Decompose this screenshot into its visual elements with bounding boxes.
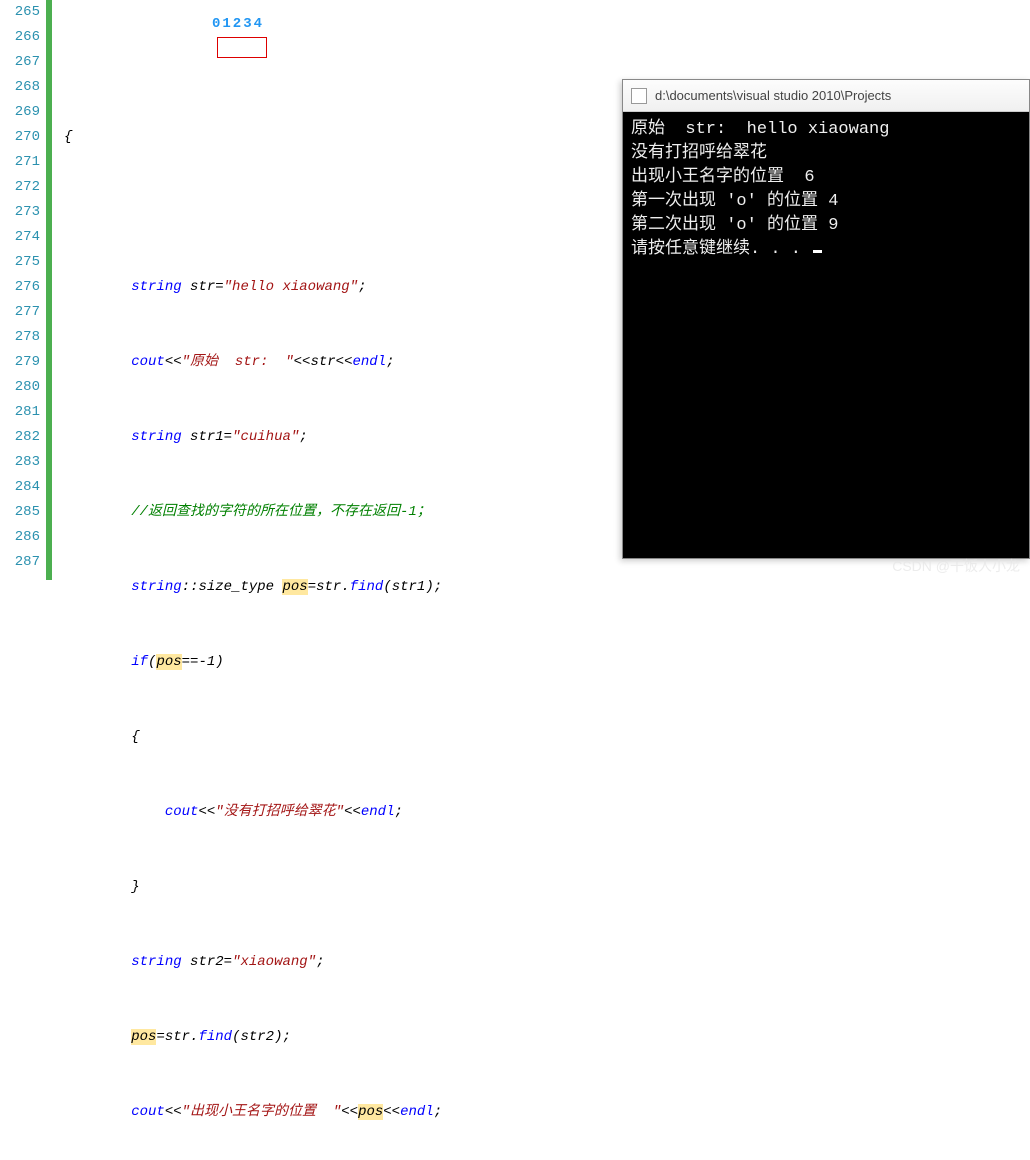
console-line: 第一次出现 'o' 的位置 4 xyxy=(631,190,1021,214)
console-line: 请按任意键继续. . . xyxy=(631,238,1021,262)
code-line: pos=str.find(str2); xyxy=(64,1025,1030,1050)
console-window[interactable]: d:\documents\visual studio 2010\Projects… xyxy=(622,79,1030,559)
code-line: if(pos==-1) xyxy=(64,650,1030,675)
console-title-text: d:\documents\visual studio 2010\Projects xyxy=(655,88,891,103)
console-line: 没有打招呼给翠花 xyxy=(631,142,1021,166)
index-annotation: 01234 xyxy=(212,12,264,37)
app-icon xyxy=(631,88,647,104)
console-line: 原始 str: hello xiaowang xyxy=(631,118,1021,142)
highlight-box xyxy=(217,37,267,58)
code-line: } xyxy=(64,875,1030,900)
code-line: string::size_type pos=str.find(str1); xyxy=(64,575,1030,600)
code-line: cout<<"出现小王名字的位置 "<<pos<<endl; xyxy=(64,1100,1030,1125)
console-line: 第二次出现 'o' 的位置 9 xyxy=(631,214,1021,238)
code-line: cout<<"没有打招呼给翠花"<<endl; xyxy=(64,800,1030,825)
cursor-icon xyxy=(813,250,822,253)
watermark-text: CSDN @干饭人小龙 xyxy=(892,556,1020,576)
console-titlebar[interactable]: d:\documents\visual studio 2010\Projects xyxy=(623,80,1029,112)
console-output: 原始 str: hello xiaowang 没有打招呼给翠花 出现小王名字的位… xyxy=(623,112,1029,558)
code-line: { xyxy=(64,725,1030,750)
line-number-gutter: 265266267 268269270 271272273 274275276 … xyxy=(0,0,46,580)
code-line: string str2="xiaowang"; xyxy=(64,950,1030,975)
console-line: 出现小王名字的位置 6 xyxy=(631,166,1021,190)
